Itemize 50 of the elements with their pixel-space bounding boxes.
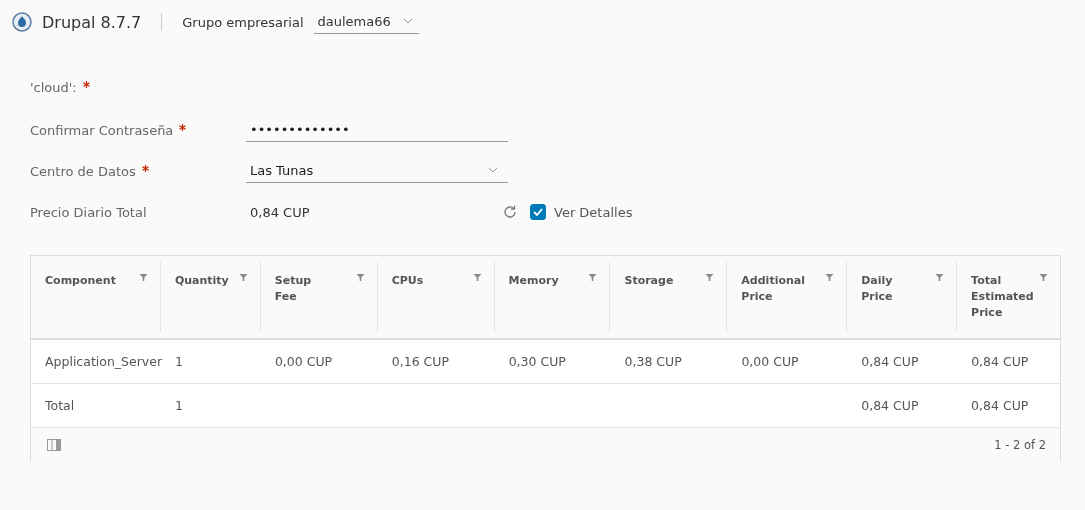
filter-icon[interactable] — [825, 273, 835, 282]
field-label: Confirmar Contraseña — [30, 122, 246, 138]
filter-icon[interactable] — [472, 273, 482, 282]
section-label: 'cloud': — [30, 80, 90, 95]
table-cell: 0,84 CUP — [971, 398, 1029, 413]
column-header[interactable]: Setup Fee — [274, 273, 312, 305]
column-header[interactable]: Quantity — [174, 273, 229, 289]
refresh-icon[interactable] — [502, 204, 518, 220]
product-title: Drupal 8.7.7 — [42, 12, 142, 32]
filter-icon[interactable] — [705, 273, 715, 282]
column-header[interactable]: CPUs — [391, 273, 424, 289]
details-checkbox-label[interactable]: Ver Detalles — [554, 204, 633, 220]
table-cell: 0,00 CUP — [741, 354, 799, 369]
field-label: Precio Diario Total — [30, 204, 148, 220]
table-cell: 0,84 CUP — [861, 398, 919, 413]
column-header[interactable]: Memory — [508, 273, 559, 289]
pagination-text: 1 - 2 of 2 — [994, 438, 1046, 452]
table-cell: 0,38 CUP — [624, 354, 682, 369]
table-cell: Application_Server — [45, 354, 163, 369]
column-header[interactable]: Storage — [624, 273, 674, 289]
filter-icon[interactable] — [588, 273, 598, 282]
filter-icon[interactable] — [238, 273, 248, 282]
table-cell: 1 — [175, 354, 183, 369]
filter-icon[interactable] — [935, 273, 945, 282]
checkmark-icon — [533, 208, 543, 216]
column-header[interactable]: Additional Price — [741, 273, 805, 305]
column-toggle-icon[interactable] — [47, 439, 61, 451]
price-value: 0,84 CUP — [249, 204, 311, 220]
chevron-down-icon — [488, 167, 498, 173]
details-checkbox[interactable] — [530, 204, 546, 220]
table-cell: 1 — [174, 398, 183, 413]
column-header[interactable]: Total Estimated Price — [971, 273, 1034, 321]
password-field[interactable]: ••••••••••••• — [246, 118, 508, 142]
filter-icon[interactable] — [355, 273, 365, 282]
field-label: Centro de Datos — [30, 163, 246, 179]
column-header[interactable]: Component — [45, 273, 116, 289]
drupal-logo-icon — [12, 12, 32, 32]
table-cell: 0,16 CUP — [391, 354, 449, 369]
table-cell: 0,84 CUP — [971, 354, 1029, 369]
table-cell: 0,00 CUP — [274, 354, 333, 369]
chevron-down-icon — [402, 18, 413, 24]
column-header[interactable]: Daily Price — [861, 273, 893, 305]
table-cell: 0,30 CUP — [508, 354, 566, 369]
table-cell: 0,84 CUP — [861, 354, 919, 369]
datacenter-select[interactable]: Las Tunas — [246, 159, 508, 183]
group-label: Grupo empresarial — [182, 14, 304, 30]
group-select[interactable]: daulema66 — [313, 10, 419, 34]
filter-icon[interactable] — [1039, 273, 1048, 282]
table-cell: Total — [45, 398, 75, 413]
filter-icon[interactable] — [138, 273, 148, 282]
